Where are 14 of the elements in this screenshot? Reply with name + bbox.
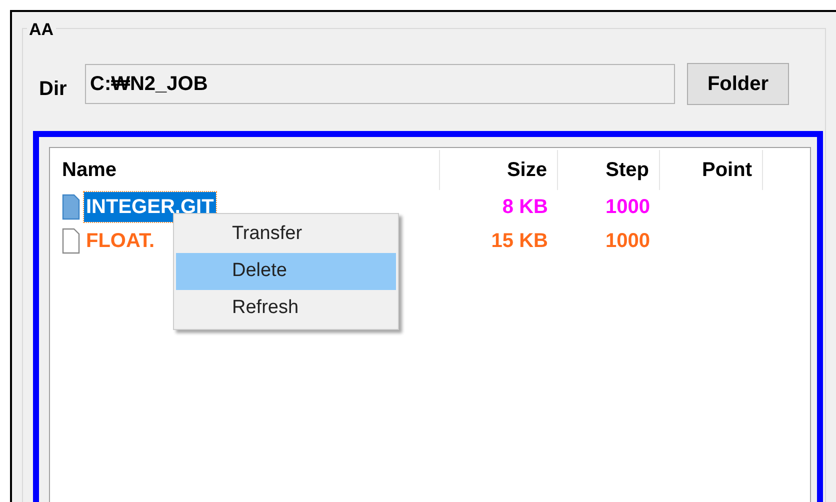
file-size: 8 KB <box>502 195 548 220</box>
menu-item[interactable]: Refresh <box>176 290 396 327</box>
column-header[interactable]: Point <box>702 155 752 185</box>
dir-field[interactable]: C:₩N2_JOB <box>85 64 675 104</box>
file-size: 15 KB <box>491 229 548 254</box>
folder-button[interactable]: Folder <box>687 63 789 105</box>
file-step: 1000 <box>606 226 650 256</box>
menu-item[interactable]: Delete <box>176 253 396 290</box>
file-step: 1000 <box>606 192 650 222</box>
column-header[interactable]: Size <box>506 155 547 185</box>
column-header[interactable]: Step <box>606 155 649 185</box>
file-name[interactable]: INTEGER.GIT <box>84 192 216 222</box>
dir-label: Dir <box>39 77 68 102</box>
column-header[interactable]: Name <box>62 155 116 185</box>
